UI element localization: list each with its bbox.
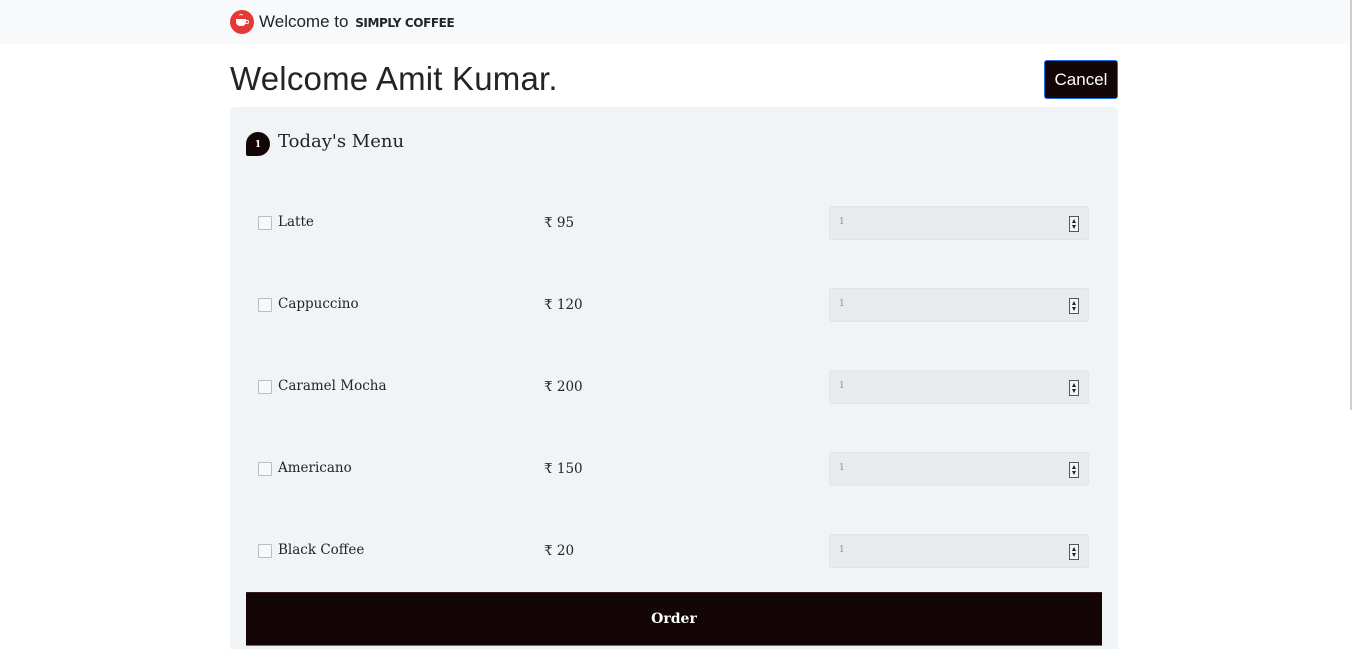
brand-welcome-text: Welcome to SIMPLY COFFEE — [259, 12, 455, 32]
menu-item-name: Black Coffee — [278, 542, 365, 558]
menu-item-price: ₹ 200 — [544, 379, 583, 395]
brand-link[interactable]: Welcome to SIMPLY COFFEE — [230, 9, 455, 35]
spinner-arrows-icon[interactable] — [1069, 298, 1079, 314]
top-navbar: Welcome to SIMPLY COFFEE — [0, 0, 1352, 44]
menu-item-cappuccino: Cappuccino ₹ 120 1 — [246, 288, 1102, 322]
step-badge: 1 — [246, 132, 270, 156]
spinner-arrows-icon[interactable] — [1069, 380, 1079, 396]
spinner-arrows-icon[interactable] — [1069, 462, 1079, 478]
menu-item-checkbox[interactable] — [258, 216, 272, 230]
quantity-stepper[interactable]: 1 — [829, 288, 1089, 322]
quantity-stepper[interactable]: 1 — [829, 452, 1089, 486]
menu-item-price: ₹ 120 — [544, 297, 583, 313]
menu-item-price: ₹ 20 — [544, 543, 575, 559]
quantity-value: 1 — [839, 299, 845, 309]
cancel-button[interactable]: Cancel — [1044, 60, 1118, 99]
menu-item-caramel-mocha: Caramel Mocha ₹ 200 1 — [246, 370, 1102, 404]
quantity-stepper[interactable]: 1 — [829, 206, 1089, 240]
quantity-value: 1 — [839, 217, 845, 227]
brand-name: SIMPLY COFFEE — [355, 16, 455, 30]
page-title: Welcome Amit Kumar. — [230, 60, 558, 97]
menu-section-title: Today's Menu — [278, 131, 405, 152]
quantity-stepper[interactable]: 1 — [829, 370, 1089, 404]
menu-item-americano: Americano ₹ 150 1 — [246, 452, 1102, 486]
menu-item-checkbox[interactable] — [258, 380, 272, 394]
menu-item-checkbox[interactable] — [258, 462, 272, 476]
menu-item-checkbox[interactable] — [258, 298, 272, 312]
menu-item-name: Americano — [278, 460, 352, 476]
spinner-arrows-icon[interactable] — [1069, 544, 1079, 560]
quantity-value: 1 — [839, 381, 845, 391]
brand-welcome-prefix: Welcome to — [259, 12, 349, 31]
order-button[interactable]: Order — [246, 592, 1102, 646]
spinner-arrows-icon[interactable] — [1069, 216, 1079, 232]
menu-item-price: ₹ 150 — [544, 461, 583, 477]
menu-item-name: Latte — [278, 214, 314, 230]
quantity-stepper[interactable]: 1 — [829, 534, 1089, 568]
menu-item-checkbox[interactable] — [258, 544, 272, 558]
menu-item-name: Caramel Mocha — [278, 378, 387, 394]
quantity-value: 1 — [839, 463, 845, 473]
coffee-cup-icon — [230, 10, 254, 34]
quantity-value: 1 — [839, 545, 845, 555]
menu-item-black-coffee: Black Coffee ₹ 20 1 — [246, 534, 1102, 568]
menu-item-price: ₹ 95 — [544, 215, 575, 231]
menu-item-name: Cappuccino — [278, 296, 359, 312]
menu-item-latte: Latte ₹ 95 1 — [246, 206, 1102, 240]
